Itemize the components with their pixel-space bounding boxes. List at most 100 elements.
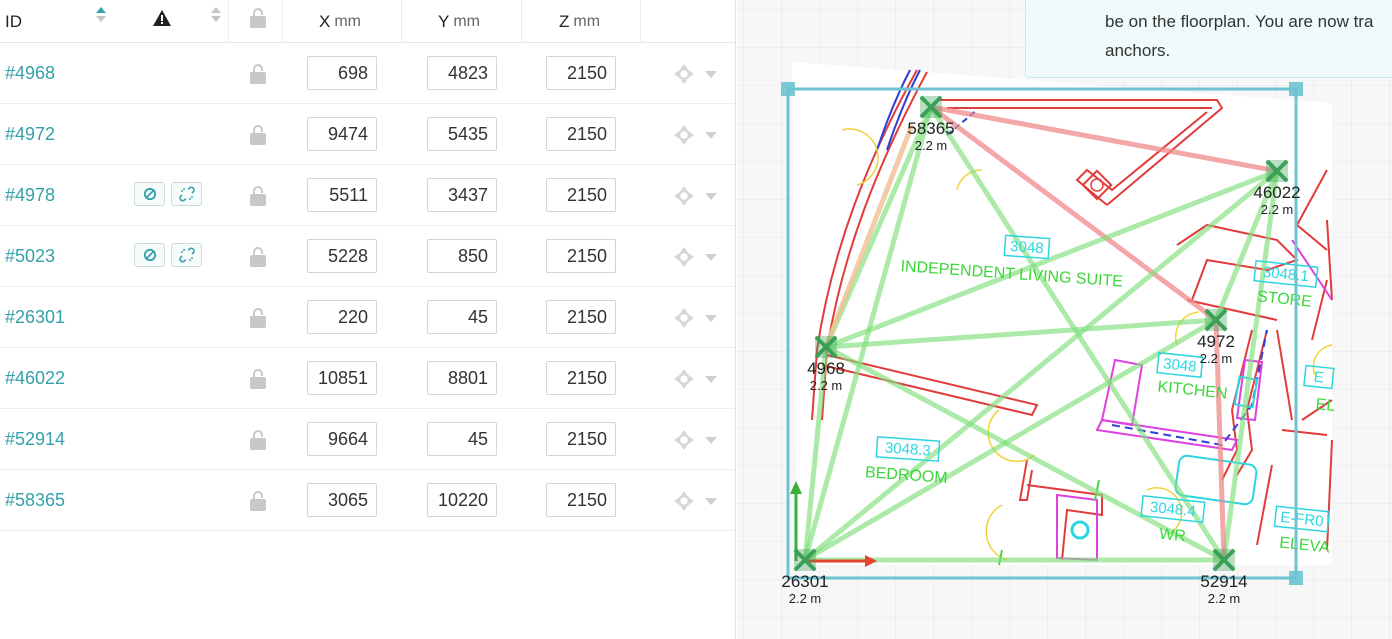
info-text-line-1: be on the floorplan. You are now tra [1105,12,1374,31]
y-input[interactable]: 3437 [427,178,497,212]
anchor-id-link[interactable]: #4978 [5,165,55,225]
floorplan-canvas[interactable]: 3048INDEPENDENT LIVING SUITE 3048.1STORE3… [737,0,1392,639]
selection-handle-top-right[interactable] [1289,82,1303,96]
table-row[interactable]: #26301 220 45 2150 [0,287,736,348]
id-header-label: ID [5,11,22,31]
lock-column-icon[interactable] [250,8,266,28]
unlock-icon[interactable] [250,247,266,267]
z-input[interactable]: 2150 [546,361,616,395]
id-column-header[interactable]: ID [5,0,22,43]
table-row[interactable]: #52914 9664 45 2150 [0,409,736,470]
z-input[interactable]: 2150 [546,117,616,151]
anchor-id-link[interactable]: #4968 [5,43,55,103]
table-row[interactable]: #5023 5228 850 2150 [0,226,736,287]
row-menu-chevron-icon[interactable] [705,132,717,139]
z-input[interactable]: 2150 [546,483,616,517]
unlock-icon[interactable] [250,491,266,511]
z-input[interactable]: 2150 [546,300,616,334]
row-menu-chevron-icon[interactable] [705,254,717,261]
ban-icon [143,248,156,262]
y-input[interactable]: 10220 [427,483,497,517]
x-unit-label: mm [334,12,361,30]
anchor-id-label: 58365 [907,119,954,138]
x-input[interactable]: 5511 [307,178,377,212]
anchor-id-label: 26301 [781,572,828,591]
room-code: 3048 [1162,355,1197,375]
z-input[interactable]: 2150 [546,178,616,212]
y-column-header: Ymm [438,0,480,43]
table-row[interactable]: #4968 698 4823 2150 [0,43,736,104]
row-menu-chevron-icon[interactable] [705,376,717,383]
unlock-icon[interactable] [250,125,266,145]
row-flags [134,243,202,267]
info-text-line-2: anchors. [1105,41,1171,60]
anchor-id-label: 4972 [1197,332,1235,351]
unlink-flag-button[interactable] [171,243,202,267]
y-input[interactable]: 45 [427,422,497,456]
y-input[interactable]: 5435 [427,117,497,151]
x-input[interactable]: 5228 [307,239,377,273]
z-input[interactable]: 2150 [546,239,616,273]
unlock-icon[interactable] [250,308,266,328]
move-icon[interactable] [673,307,695,329]
x-input[interactable]: 10851 [307,361,377,395]
move-icon[interactable] [673,246,695,268]
anchor-id-label: 52914 [1200,572,1247,591]
y-input[interactable]: 8801 [427,361,497,395]
anchor-id-link[interactable]: #5023 [5,226,55,286]
info-message: be on the floorplan. You are now tra anc… [1025,0,1392,78]
z-input[interactable]: 2150 [546,422,616,456]
floorplan-map[interactable]: 3048 INDEPENDENT LIVING SUITE 3048.1 STORE 3… [737,0,1392,639]
move-icon[interactable] [673,368,695,390]
table-row[interactable]: #58365 3065 10220 2150 [0,470,736,531]
row-menu-chevron-icon[interactable] [705,315,717,322]
move-icon[interactable] [673,124,695,146]
selection-handle-bottom-right[interactable] [1289,571,1303,585]
y-input[interactable]: 850 [427,239,497,273]
move-icon[interactable] [673,185,695,207]
anchor-id-link[interactable]: #58365 [5,470,65,530]
unlock-icon[interactable] [250,430,266,450]
room-name: EL [1315,396,1336,415]
unlink-flag-button[interactable] [171,182,202,206]
id-sort-icon[interactable] [96,7,106,23]
anchor-id-label: 46022 [1253,183,1300,202]
anchor-id-link[interactable]: #52914 [5,409,65,469]
y-input[interactable]: 45 [427,300,497,334]
warning-icon[interactable] [152,9,172,27]
anchor-height-label: 2.2 m [915,138,948,153]
table-row[interactable]: #4978 5511 3437 2150 [0,165,736,226]
y-unit-label: mm [453,12,480,30]
anchor-height-label: 2.2 m [789,591,822,606]
x-input[interactable]: 220 [307,300,377,334]
y-input[interactable]: 4823 [427,56,497,90]
x-input[interactable]: 9664 [307,422,377,456]
unlock-icon[interactable] [250,64,266,84]
row-menu-chevron-icon[interactable] [705,71,717,78]
table-row[interactable]: #46022 10851 8801 2150 [0,348,736,409]
x-input[interactable]: 698 [307,56,377,90]
disabled-flag-button[interactable] [134,243,165,267]
row-menu-chevron-icon[interactable] [705,498,717,505]
anchor-id-link[interactable]: #26301 [5,287,65,347]
anchor-height-label: 2.2 m [1208,591,1241,606]
anchor-id-link[interactable]: #46022 [5,348,65,408]
disabled-flag-button[interactable] [134,182,165,206]
unlock-icon[interactable] [250,369,266,389]
unlink-icon [178,247,195,263]
table-row[interactable]: #4972 9474 5435 2150 [0,104,736,165]
z-input[interactable]: 2150 [546,56,616,90]
move-icon[interactable] [673,490,695,512]
row-menu-chevron-icon[interactable] [705,437,717,444]
move-icon[interactable] [673,429,695,451]
x-input[interactable]: 9474 [307,117,377,151]
anchor-id-link[interactable]: #4972 [5,104,55,164]
unlink-icon [178,186,195,202]
selection-handle-top-left[interactable] [781,82,795,96]
anchor-height-label: 2.2 m [1261,202,1294,217]
move-icon[interactable] [673,63,695,85]
x-input[interactable]: 3065 [307,483,377,517]
row-menu-chevron-icon[interactable] [705,193,717,200]
unlock-icon[interactable] [250,186,266,206]
warning-sort-icon[interactable] [211,7,221,23]
